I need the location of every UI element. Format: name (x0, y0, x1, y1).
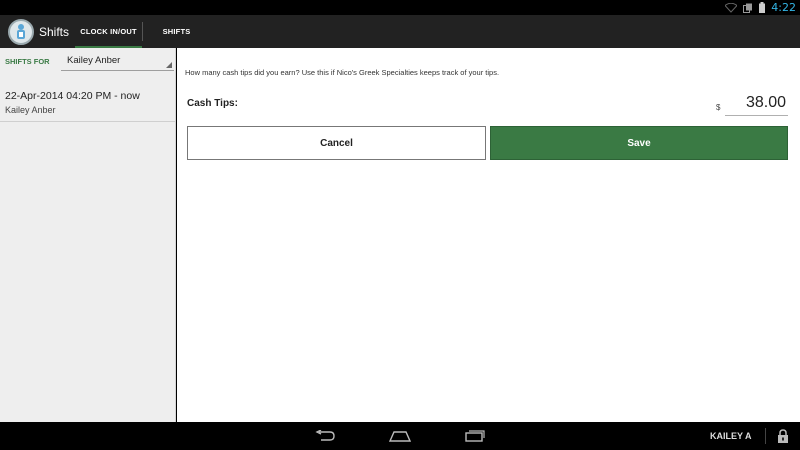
notification-icon (743, 3, 753, 13)
app-title: Shifts (39, 24, 70, 39)
tab-shifts-label: SHIFTS (162, 27, 191, 36)
user-spinner[interactable]: Kailey Anber (61, 51, 174, 71)
shift-time: 22-Apr-2014 04:20 PM - now (5, 90, 140, 102)
cash-tips-label: Cash Tips: (187, 98, 238, 109)
tab-shifts[interactable]: SHIFTS (143, 15, 210, 48)
current-user-label: KAILEY A (710, 431, 752, 441)
app-brand[interactable]: Shifts (0, 15, 75, 48)
tab-clock-in-out[interactable]: CLOCK IN/OUT (75, 15, 142, 48)
tab-clock-in-out-label: CLOCK IN/OUT (80, 27, 137, 36)
action-bar: Shifts CLOCK IN/OUT SHIFTS (0, 15, 800, 48)
main-panel: How many cash tips did you earn? Use thi… (177, 48, 800, 422)
wifi-icon (725, 2, 738, 13)
nav-divider (765, 428, 766, 444)
shift-list-item[interactable]: 22-Apr-2014 04:20 PM - now Kailey Anber (0, 74, 175, 122)
back-icon[interactable] (310, 427, 340, 445)
cancel-button[interactable]: Cancel (187, 126, 486, 160)
cash-tips-input[interactable] (725, 91, 788, 116)
lock-icon[interactable] (774, 427, 792, 445)
save-button[interactable]: Save (490, 126, 788, 160)
shifts-for-row: SHIFTS FOR Kailey Anber (0, 48, 175, 74)
shift-employee-name: Kailey Anber (5, 105, 56, 115)
shifts-for-label: SHIFTS FOR (5, 56, 50, 66)
user-spinner-value: Kailey Anber (67, 55, 121, 66)
spinner-arrow-icon (166, 62, 172, 68)
tips-prompt: How many cash tips did you earn? Use thi… (185, 68, 500, 77)
status-bar: 4:22 (0, 0, 800, 15)
sidebar: SHIFTS FOR Kailey Anber 22-Apr-2014 04:2… (0, 48, 176, 422)
navigation-bar: KAILEY A (0, 422, 800, 450)
recent-apps-icon[interactable] (460, 427, 490, 445)
home-icon[interactable] (385, 427, 415, 445)
clock-icon (8, 18, 34, 45)
battery-icon (759, 2, 766, 13)
currency-symbol: $ (716, 103, 721, 112)
status-time: 4:22 (771, 1, 796, 14)
